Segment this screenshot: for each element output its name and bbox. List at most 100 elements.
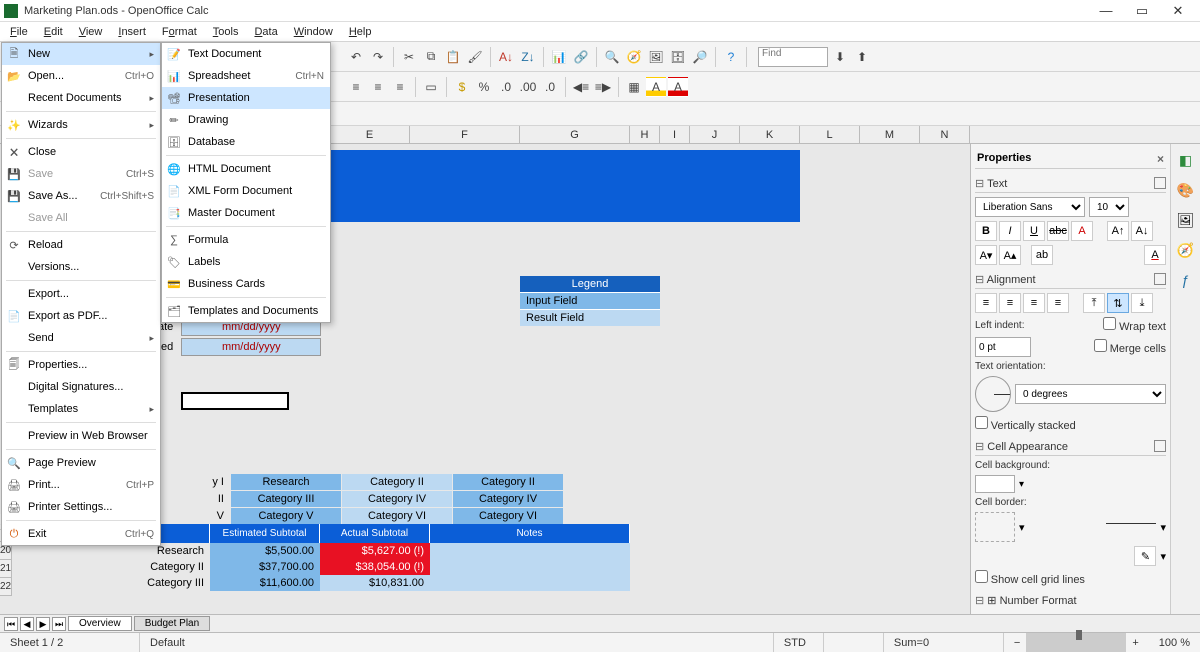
menu-save[interactable]: 💾 SaveCtrl+S xyxy=(2,163,160,185)
menu-format[interactable]: Format xyxy=(154,24,205,40)
menu-view[interactable]: View xyxy=(71,24,111,40)
copy-icon[interactable]: ⧉ xyxy=(421,47,441,67)
cell-bg-swatch[interactable] xyxy=(975,475,1015,493)
functions-rail-icon[interactable]: ƒ xyxy=(1176,270,1196,290)
increase-indent-icon[interactable]: ≡▶ xyxy=(593,77,613,97)
styles-rail-icon[interactable]: 🎨 xyxy=(1176,180,1196,200)
bold-button[interactable]: B xyxy=(975,221,997,241)
valign-middle-button[interactable]: ⇅ xyxy=(1107,293,1129,313)
help-icon[interactable]: ? xyxy=(721,47,741,67)
menu-versions[interactable]: Versions... xyxy=(2,256,160,278)
menu-exportpdf[interactable]: 📄 Export as PDF... xyxy=(2,305,160,327)
fontcolor2-button[interactable]: A xyxy=(1144,245,1166,265)
align-left-icon[interactable]: ≡ xyxy=(346,77,366,97)
show-gridlines-checkbox[interactable] xyxy=(975,570,988,583)
col-N[interactable]: N xyxy=(920,126,970,143)
font-name-select[interactable]: Liberation Sans xyxy=(975,197,1085,217)
col-I[interactable]: I xyxy=(660,126,690,143)
border-preview[interactable] xyxy=(975,512,1015,542)
menu-preview-browser[interactable]: Preview in Web Browser xyxy=(2,425,160,447)
border-color-button[interactable]: ✎ xyxy=(1134,546,1156,566)
merge-cells-icon[interactable]: ▭ xyxy=(421,77,441,97)
menu-file[interactable]: File xyxy=(2,24,36,40)
orientation-dial[interactable] xyxy=(975,376,1011,412)
percent-icon[interactable]: % xyxy=(474,77,494,97)
col-H[interactable]: H xyxy=(630,126,660,143)
grow-font-button[interactable]: A▴ xyxy=(999,245,1021,265)
currency-icon[interactable]: $ xyxy=(452,77,472,97)
paste-icon[interactable]: 📋 xyxy=(443,47,463,67)
col-F[interactable]: F xyxy=(410,126,520,143)
menu-insert[interactable]: Insert xyxy=(110,24,154,40)
menu-templates[interactable]: Templates▸ xyxy=(2,398,160,420)
undo-icon[interactable]: ↶ xyxy=(346,47,366,67)
sheet-tab-overview[interactable]: Overview xyxy=(68,616,132,631)
new-master-doc[interactable]: 📑 Master Document xyxy=(162,202,330,224)
halign-right-button[interactable]: ≡ xyxy=(1023,293,1045,313)
underline-button[interactable]: U xyxy=(1023,221,1045,241)
italic-button[interactable]: I xyxy=(999,221,1021,241)
del-decimal-icon[interactable]: .0 xyxy=(540,77,560,97)
merge-cells-checkbox[interactable] xyxy=(1094,339,1107,352)
find-icon[interactable]: 🔍 xyxy=(602,47,622,67)
zoom-slider[interactable] xyxy=(1026,633,1126,652)
new-html-doc[interactable]: 🌐 HTML Document xyxy=(162,158,330,180)
table-row[interactable]: Category III $11,600.00 $10,831.00 xyxy=(90,575,630,591)
new-drawing[interactable]: ✏ Drawing xyxy=(162,109,330,131)
table-row[interactable]: Research $5,500.00 $5,627.00 (!) xyxy=(90,543,630,559)
find-prev-icon[interactable]: ⬆ xyxy=(852,47,872,67)
new-formula[interactable]: ∑ Formula xyxy=(162,229,330,251)
indent-input[interactable] xyxy=(975,337,1031,357)
font-size-select[interactable]: 10 xyxy=(1089,197,1129,217)
close-panel-icon[interactable]: × xyxy=(1157,152,1164,166)
cat-cell[interactable]: Research xyxy=(231,474,341,490)
subscript-button[interactable]: A↓ xyxy=(1131,221,1153,241)
align-right-icon[interactable]: ≡ xyxy=(390,77,410,97)
datasources-icon[interactable]: 🗄 xyxy=(668,47,688,67)
section-cell-appearance[interactable]: Cell Appearance xyxy=(987,441,1068,453)
detach-icon[interactable] xyxy=(1154,440,1166,452)
proj-date2-value[interactable]: mm/dd/yyyy xyxy=(181,338,321,356)
halign-left-button[interactable]: ≡ xyxy=(975,293,997,313)
new-database[interactable]: 🗄 Database xyxy=(162,131,330,153)
menu-window[interactable]: Window xyxy=(286,24,341,40)
new-text-document[interactable]: 📝 Text Document xyxy=(162,43,330,65)
wrap-text-checkbox[interactable] xyxy=(1103,317,1116,330)
menu-tools[interactable]: Tools xyxy=(205,24,247,40)
orientation-select[interactable]: 0 degrees xyxy=(1015,384,1166,404)
new-xml-form[interactable]: 📄 XML Form Document xyxy=(162,180,330,202)
align-center-icon[interactable]: ≡ xyxy=(368,77,388,97)
detach-icon[interactable] xyxy=(1154,177,1166,189)
menu-exit[interactable]: ⏻ ExitCtrl+Q xyxy=(2,523,160,545)
menu-saveall[interactable]: Save All xyxy=(2,207,160,229)
borders-icon[interactable]: ▦ xyxy=(624,77,644,97)
new-business-cards[interactable]: 💳 Business Cards xyxy=(162,273,330,295)
table-row[interactable]: Category II $37,700.00 $38,054.00 (!) xyxy=(90,559,630,575)
halign-justify-button[interactable]: ≡ xyxy=(1047,293,1069,313)
tab-prev-button[interactable]: ◀ xyxy=(20,617,34,631)
sheet-tab-budget[interactable]: Budget Plan xyxy=(134,616,211,631)
properties-rail-icon[interactable]: ◧ xyxy=(1176,150,1196,170)
navigator-rail-icon[interactable]: 🧭 xyxy=(1176,240,1196,260)
hyperlink-icon[interactable]: 🔗 xyxy=(571,47,591,67)
find-input[interactable] xyxy=(762,48,820,59)
status-zoom[interactable]: 100 % xyxy=(1149,633,1200,652)
menu-page-preview[interactable]: 🔍 Page Preview xyxy=(2,452,160,474)
section-alignment[interactable]: Alignment xyxy=(987,274,1036,286)
menu-printer-settings[interactable]: 🖨 Printer Settings... xyxy=(2,496,160,518)
menu-data[interactable]: Data xyxy=(246,24,285,40)
shrink-font-button[interactable]: A▾ xyxy=(975,245,997,265)
menu-open[interactable]: 📂 Open...Ctrl+O xyxy=(2,65,160,87)
sort-asc-icon[interactable]: A↓ xyxy=(496,47,516,67)
menu-export[interactable]: Export... xyxy=(2,283,160,305)
section-text[interactable]: Text xyxy=(987,178,1007,190)
vertically-stacked-checkbox[interactable] xyxy=(975,416,988,429)
navigator-icon[interactable]: 🧭 xyxy=(624,47,644,67)
find-combo[interactable] xyxy=(758,47,828,67)
col-J[interactable]: J xyxy=(690,126,740,143)
fontcolor-icon[interactable]: A xyxy=(668,77,688,97)
menu-recent[interactable]: Recent Documents▸ xyxy=(2,87,160,109)
fontcolor-button[interactable]: A xyxy=(1071,221,1093,241)
menu-wizards[interactable]: ✨ Wizards▸ xyxy=(2,114,160,136)
format-paintbrush-icon[interactable]: 🖌 xyxy=(465,47,485,67)
